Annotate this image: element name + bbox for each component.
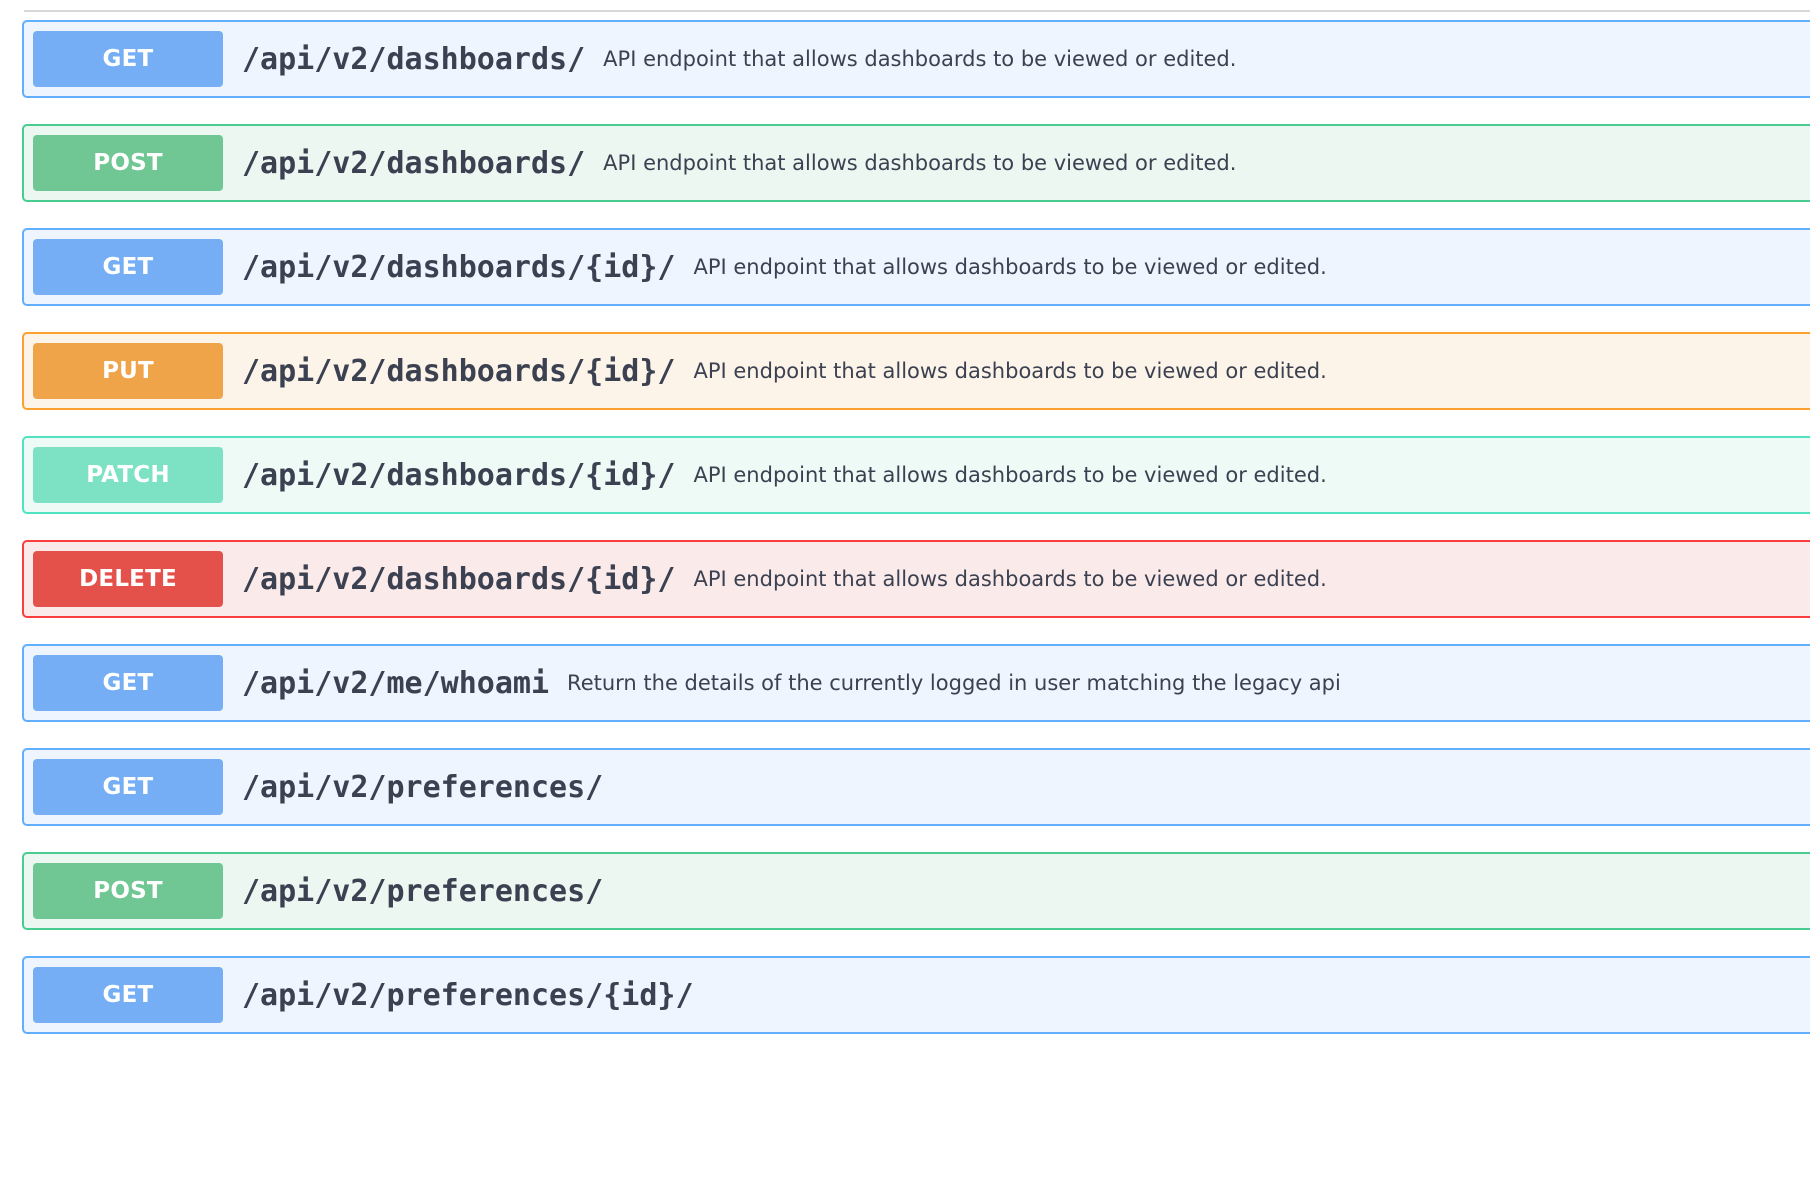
method-badge: GET <box>33 655 223 711</box>
operation-row-get-dashboard-by-id[interactable]: GET /api/v2/dashboards/{id}/ API endpoin… <box>22 228 1810 306</box>
operation-description: Return the details of the currently logg… <box>567 671 1341 695</box>
operation-path: /api/v2/dashboards/{id}/ <box>242 561 676 597</box>
method-badge: PUT <box>33 343 223 399</box>
operation-path: /api/v2/preferences/ <box>242 769 604 805</box>
operation-row-get-preference-by-id[interactable]: GET /api/v2/preferences/{id}/ <box>22 956 1810 1034</box>
method-badge: GET <box>33 31 223 87</box>
operation-row-delete-dashboard-by-id[interactable]: DELETE /api/v2/dashboards/{id}/ API endp… <box>22 540 1810 618</box>
operation-description: API endpoint that allows dashboards to b… <box>603 47 1237 71</box>
top-divider <box>24 10 1810 12</box>
operation-path: /api/v2/preferences/{id}/ <box>242 977 694 1013</box>
operation-description: API endpoint that allows dashboards to b… <box>693 255 1327 279</box>
method-badge: GET <box>33 239 223 295</box>
operation-description: API endpoint that allows dashboards to b… <box>603 151 1237 175</box>
operation-path: /api/v2/dashboards/{id}/ <box>242 457 676 493</box>
method-badge: POST <box>33 135 223 191</box>
operation-row-patch-dashboard-by-id[interactable]: PATCH /api/v2/dashboards/{id}/ API endpo… <box>22 436 1810 514</box>
operation-row-get-dashboards[interactable]: GET /api/v2/dashboards/ API endpoint tha… <box>22 20 1810 98</box>
operation-description: API endpoint that allows dashboards to b… <box>693 359 1327 383</box>
operation-path: /api/v2/preferences/ <box>242 873 604 909</box>
operation-row-post-dashboards[interactable]: POST /api/v2/dashboards/ API endpoint th… <box>22 124 1810 202</box>
operations-list: GET /api/v2/dashboards/ API endpoint tha… <box>22 20 1810 1060</box>
operation-path: /api/v2/me/whoami <box>242 665 550 701</box>
operation-row-post-preferences[interactable]: POST /api/v2/preferences/ <box>22 852 1810 930</box>
operation-path: /api/v2/dashboards/{id}/ <box>242 353 676 389</box>
operation-path: /api/v2/dashboards/{id}/ <box>242 249 676 285</box>
method-badge: GET <box>33 759 223 815</box>
method-badge: POST <box>33 863 223 919</box>
operation-row-get-preferences[interactable]: GET /api/v2/preferences/ <box>22 748 1810 826</box>
operation-row-get-whoami[interactable]: GET /api/v2/me/whoami Return the details… <box>22 644 1810 722</box>
method-badge: DELETE <box>33 551 223 607</box>
operation-description: API endpoint that allows dashboards to b… <box>693 463 1327 487</box>
method-badge: GET <box>33 967 223 1023</box>
operation-row-put-dashboard-by-id[interactable]: PUT /api/v2/dashboards/{id}/ API endpoin… <box>22 332 1810 410</box>
method-badge: PATCH <box>33 447 223 503</box>
operation-path: /api/v2/dashboards/ <box>242 145 586 181</box>
operation-path: /api/v2/dashboards/ <box>242 41 586 77</box>
operation-description: API endpoint that allows dashboards to b… <box>693 567 1327 591</box>
